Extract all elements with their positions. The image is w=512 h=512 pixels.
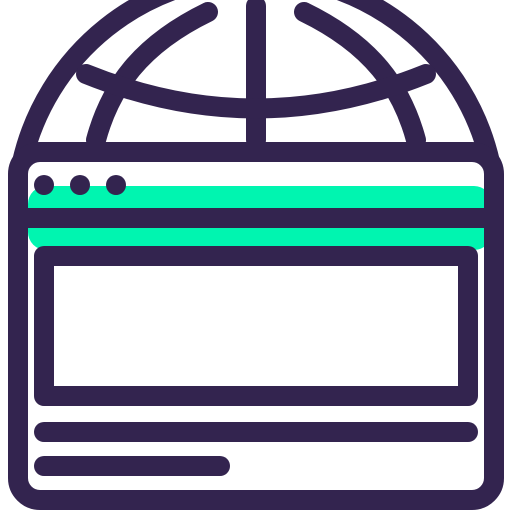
globe-icon [12, 0, 500, 172]
window-dot [34, 175, 54, 195]
window-dot [70, 175, 90, 195]
icon-svg [7, 0, 504, 510]
window-dot [106, 175, 126, 195]
browser-window [7, 142, 504, 510]
window-dots [34, 175, 126, 195]
web-browser-globe-icon [0, 0, 512, 512]
